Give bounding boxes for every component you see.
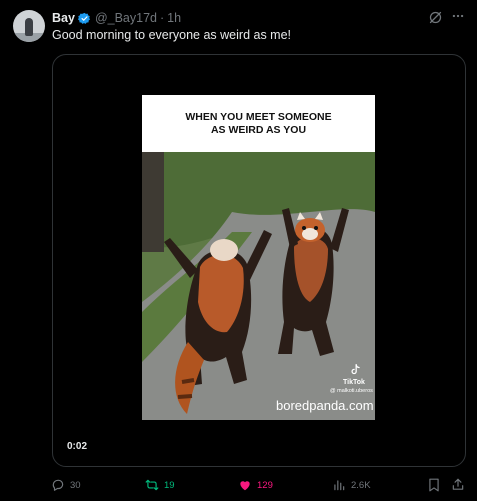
tweet-time[interactable]: 1h — [167, 11, 181, 25]
like-count: 129 — [257, 479, 273, 491]
bookmark-icon[interactable] — [428, 478, 440, 492]
watermark: boredpanda.com — [276, 398, 374, 413]
more-icon[interactable] — [451, 9, 465, 23]
tiktok-user: @ malkoti.uberos — [330, 388, 373, 394]
avatar-figure — [25, 18, 33, 36]
reply-count: 30 — [70, 479, 81, 491]
avatar[interactable] — [13, 10, 45, 42]
video-caption: WHEN YOU MEET SOMEONE AS WEIRD AS YOU — [185, 110, 332, 136]
reply-icon — [52, 479, 64, 491]
video-frame[interactable]: WHEN YOU MEET SOMEONE AS WEIRD AS YOU Ti… — [142, 95, 375, 420]
heart-icon — [240, 481, 250, 491]
retweet-icon — [145, 479, 159, 491]
tiktok-label: TikTok — [343, 379, 365, 386]
red-pandas-scene — [142, 152, 375, 420]
view-count: 2.6K — [351, 479, 371, 491]
share-icon[interactable] — [451, 477, 465, 492]
like-button[interactable]: 129 — [238, 476, 273, 494]
verified-badge-icon — [77, 12, 91, 24]
video-duration: 0:02 — [67, 441, 88, 452]
header-separator: · — [159, 11, 165, 25]
action-bar: 30 19 129 2.6K — [0, 476, 477, 494]
media-card[interactable]: WHEN YOU MEET SOMEONE AS WEIRD AS YOU Ti… — [52, 54, 466, 467]
retweet-button[interactable]: 19 — [145, 476, 175, 494]
user-handle[interactable]: @_Bay17d — [95, 11, 157, 25]
views-button[interactable]: 2.6K — [332, 476, 371, 494]
tweet-header: Bay @_Bay17d · 1h — [52, 10, 181, 26]
tweet-text: Good morning to everyone as weird as me! — [52, 28, 292, 42]
views-icon — [334, 480, 345, 491]
tiktok-icon — [351, 364, 360, 375]
grok-icon[interactable] — [428, 10, 443, 25]
reply-button[interactable]: 30 — [51, 476, 81, 494]
display-name[interactable]: Bay — [52, 11, 75, 25]
retweet-count: 19 — [164, 479, 175, 491]
video-caption-band: WHEN YOU MEET SOMEONE AS WEIRD AS YOU — [142, 95, 375, 152]
